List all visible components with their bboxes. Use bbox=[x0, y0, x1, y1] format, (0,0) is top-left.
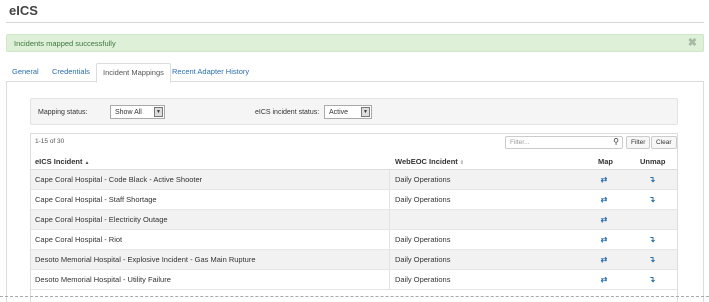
webeoc-incident-cell: Daily Operations bbox=[395, 255, 451, 264]
eics-incident-cell: Cape Coral Hospital - Riot bbox=[35, 235, 123, 244]
column-divider bbox=[389, 250, 390, 269]
table-row: Cape Coral Hospital - Riot Daily Operatio… bbox=[31, 230, 677, 250]
eics-incident-cell: Cape Coral Hospital - Electricity Outage bbox=[35, 215, 168, 224]
page-title: eICS bbox=[9, 3, 38, 18]
webeoc-incident-cell: Daily Operations bbox=[395, 275, 451, 284]
col-eics-incident[interactable]: eICS Incident ▲ bbox=[35, 157, 89, 166]
sort-icon: ⇕ bbox=[459, 160, 464, 166]
tab-recent-adapter-history[interactable]: Recent Adapter History bbox=[166, 63, 255, 82]
search-icon[interactable]: ⚲ bbox=[613, 137, 619, 146]
column-divider bbox=[389, 190, 390, 209]
alert-message: Incidents mapped successfully bbox=[14, 39, 116, 48]
eics-incident-cell: Desoto Memorial Hospital - Utility Failu… bbox=[35, 275, 171, 284]
tab-bar: General Credentials Incident Mappings Re… bbox=[6, 63, 704, 83]
search-placeholder: Filter... bbox=[510, 139, 530, 146]
eics-status-select[interactable]: Active ▼ bbox=[324, 105, 372, 119]
table-row: Cape Coral Hospital - Staff Shortage Dail… bbox=[31, 190, 677, 210]
filter-button[interactable]: Filter bbox=[626, 136, 651, 149]
mapping-status-select[interactable]: Show All ▼ bbox=[110, 105, 165, 119]
refresh-arrows-icon[interactable]: ⇄ bbox=[599, 275, 609, 284]
filter-bar: Mapping status: Show All ▼ eICS incident… bbox=[30, 98, 678, 125]
clear-button[interactable]: Clear bbox=[651, 136, 677, 149]
refresh-arrows-icon[interactable]: ⇄ bbox=[599, 255, 609, 264]
mapping-status-label: Mapping status: bbox=[38, 109, 88, 116]
refresh-arrows-icon[interactable]: ⇄ bbox=[599, 215, 609, 224]
refresh-arrows-icon[interactable]: ⇄ bbox=[599, 195, 609, 204]
eics-status-label: eICS incident status: bbox=[255, 109, 320, 116]
col-webeoc-incident[interactable]: WebEOC Incident ⇕ bbox=[395, 157, 464, 166]
tab-incident-mappings[interactable]: Incident Mappings bbox=[96, 63, 171, 83]
table-row: Desoto Memorial Hospital - Utility Failu… bbox=[31, 270, 677, 290]
refresh-arrows-icon[interactable]: ⇄ bbox=[599, 235, 609, 244]
table-header: eICS Incident ▲ WebEOC Incident ⇕ Map Unma… bbox=[31, 152, 677, 170]
webeoc-incident-cell: Daily Operations bbox=[395, 235, 451, 244]
table-row: Desoto Memorial Hospital - Explosive Inc… bbox=[31, 250, 677, 270]
eics-incident-cell: Desoto Memorial Hospital - Explosive Inc… bbox=[35, 255, 256, 264]
tab-general[interactable]: General bbox=[6, 63, 45, 82]
column-divider bbox=[389, 210, 390, 229]
title-divider bbox=[6, 22, 704, 23]
eics-status-value: Active bbox=[329, 109, 349, 116]
arrow-down-icon[interactable]: ↴ bbox=[647, 275, 657, 284]
page-bottom-border bbox=[0, 296, 709, 297]
webeoc-incident-cell: Daily Operations bbox=[395, 195, 451, 204]
eics-incident-cell: Cape Coral Hospital - Code Black - Activ… bbox=[35, 175, 203, 184]
sort-asc-icon: ▲ bbox=[84, 160, 90, 166]
arrow-down-icon[interactable]: ↴ bbox=[647, 235, 657, 244]
tab-credentials[interactable]: Credentials bbox=[46, 63, 96, 82]
chevron-down-icon: ▼ bbox=[361, 107, 370, 117]
webeoc-incident-cell: Daily Operations bbox=[395, 175, 451, 184]
success-alert: Incidents mapped successfully ✖ bbox=[6, 34, 704, 52]
pager-text: 1-15 of 30 bbox=[35, 138, 65, 145]
column-divider bbox=[389, 230, 390, 249]
table-row: Cape Coral Hospital - Electricity Outage… bbox=[31, 210, 677, 230]
col-unmap: Unmap bbox=[640, 157, 666, 166]
incident-table: 1-15 of 30 Filter... ⚲ Filter Clear eICS… bbox=[30, 133, 678, 302]
close-icon[interactable]: ✖ bbox=[688, 36, 697, 49]
table-row: Cape Coral Hospital - Code Black - Activ… bbox=[31, 170, 677, 190]
column-divider bbox=[389, 170, 390, 189]
arrow-down-icon[interactable]: ↴ bbox=[647, 175, 657, 184]
arrow-down-icon[interactable]: ↴ bbox=[647, 255, 657, 264]
chevron-down-icon: ▼ bbox=[154, 107, 163, 117]
refresh-arrows-icon[interactable]: ⇄ bbox=[599, 175, 609, 184]
search-input[interactable]: Filter... ⚲ bbox=[505, 136, 623, 149]
arrow-down-icon[interactable]: ↴ bbox=[647, 195, 657, 204]
eics-incident-cell: Cape Coral Hospital - Staff Shortage bbox=[35, 195, 157, 204]
col-map: Map bbox=[598, 157, 613, 166]
column-divider bbox=[389, 270, 390, 289]
mapping-status-value: Show All bbox=[115, 109, 142, 116]
